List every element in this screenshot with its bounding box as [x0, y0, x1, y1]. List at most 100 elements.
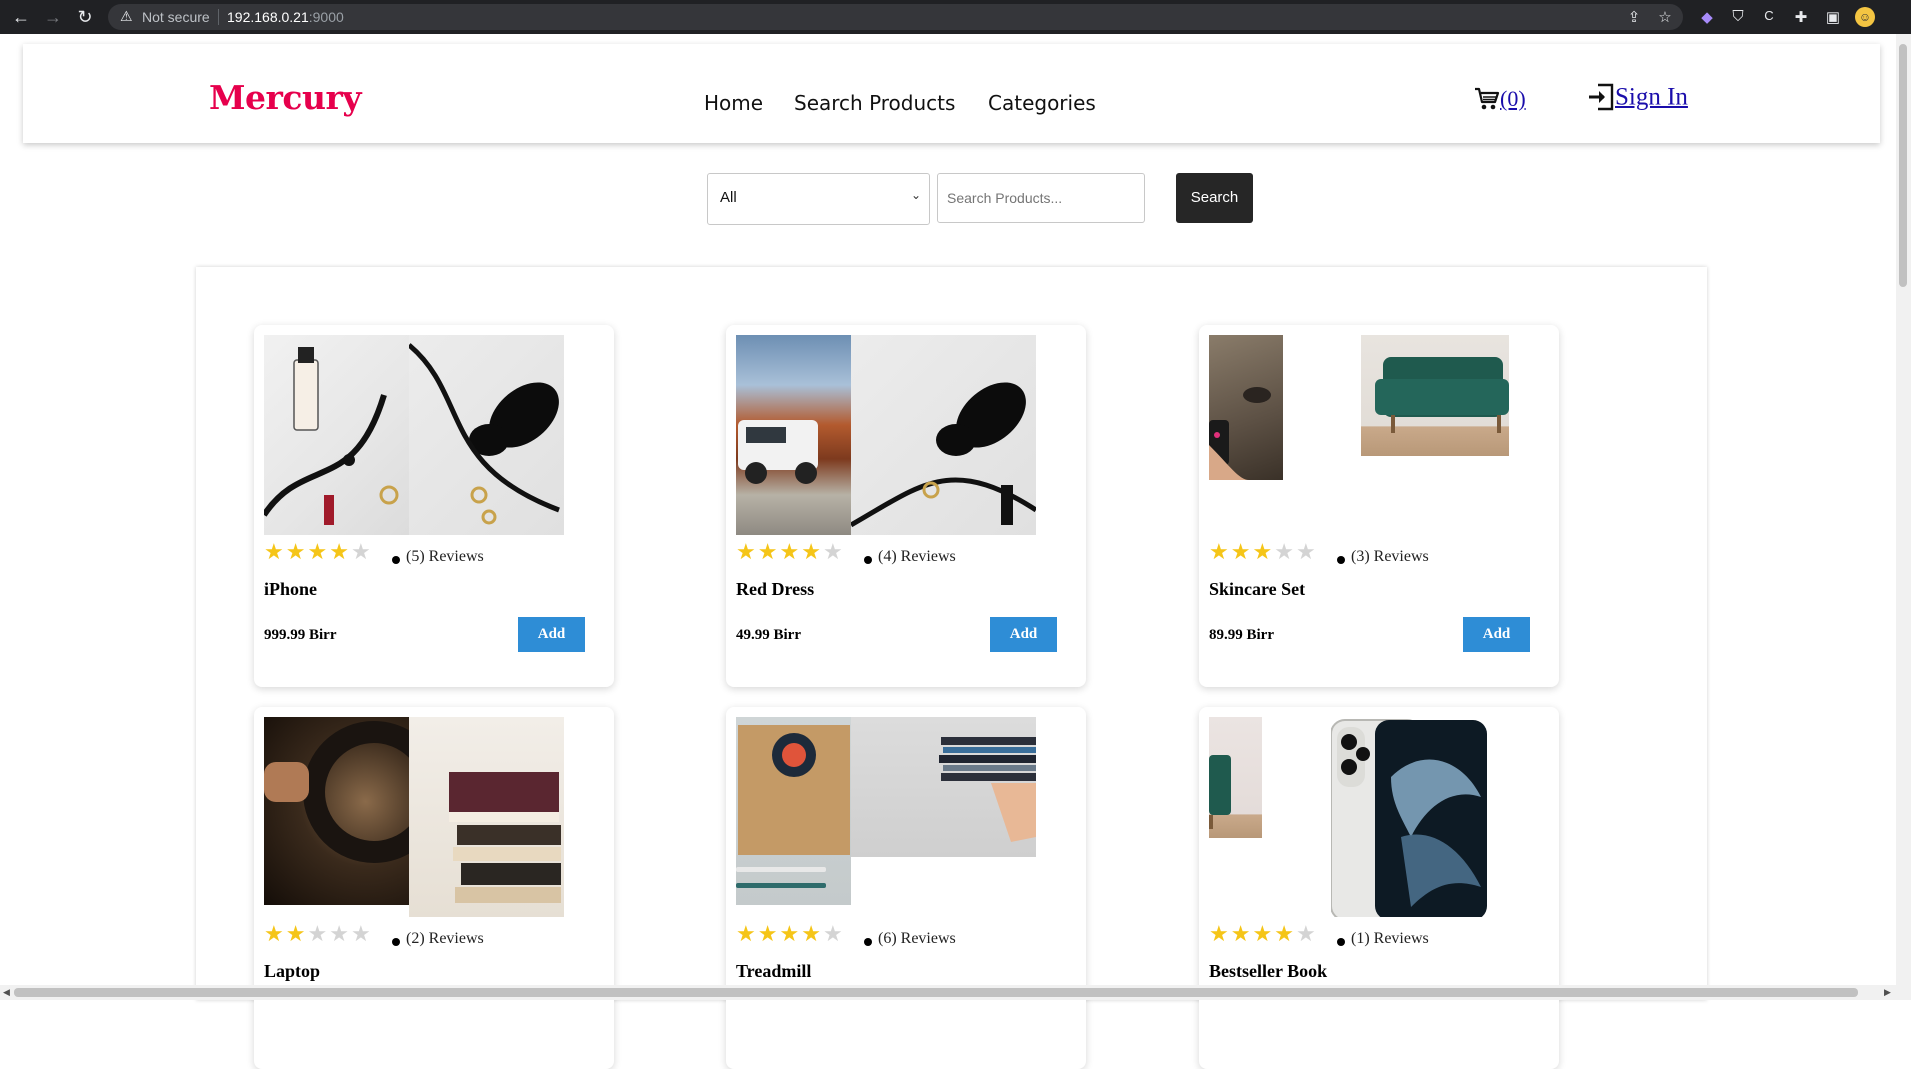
- review-count[interactable]: (2) Reviews: [406, 930, 484, 948]
- product-image[interactable]: [1209, 335, 1509, 535]
- url-text: 192.168.0.21:9000: [227, 9, 344, 25]
- star-filled-icon: ★: [307, 539, 330, 564]
- vertical-scroll-thumb[interactable]: [1899, 44, 1907, 287]
- product-card[interactable]: ★★★★★ (1) Reviews Bestseller Book: [1199, 707, 1559, 1069]
- forward-arrow-icon[interactable]: →: [43, 7, 63, 27]
- cart-count[interactable]: (0): [1500, 86, 1526, 111]
- login-icon: [1589, 84, 1614, 111]
- review-count[interactable]: (6) Reviews: [878, 930, 956, 948]
- product-price: 89.99 Birr: [1209, 627, 1274, 643]
- star-filled-icon: ★: [1274, 921, 1296, 946]
- puzzle-extensions-icon[interactable]: ✚: [1791, 8, 1811, 26]
- product-name[interactable]: Skincare Set: [1209, 579, 1305, 600]
- star-filled-icon: ★: [736, 921, 758, 946]
- category-select[interactable]: All ⌄: [707, 173, 930, 225]
- separator-dot: [1337, 556, 1345, 564]
- extension-purple-icon[interactable]: ◆: [1697, 8, 1717, 26]
- book-stack-photo: [409, 717, 564, 917]
- product-card[interactable]: ★★★★★ (2) Reviews Laptop: [254, 707, 614, 1069]
- star-filled-icon: ★: [264, 921, 286, 946]
- extension-c-icon[interactable]: C: [1759, 8, 1779, 23]
- star-empty-icon: ★: [822, 921, 845, 946]
- star-empty-icon: ★: [1274, 539, 1296, 564]
- security-label: Not secure: [142, 9, 210, 25]
- site-logo[interactable]: Mercury: [209, 78, 362, 117]
- signin-link[interactable]: Sign In: [1587, 82, 1688, 112]
- star-filled-icon: ★: [1230, 539, 1253, 564]
- magazines-photo: [851, 717, 1036, 857]
- bookmark-star-icon[interactable]: ☆: [1655, 8, 1675, 26]
- product-card[interactable]: ★★★★★ (4) Reviews Red Dress 49.99 Birr A…: [726, 325, 1086, 687]
- review-count[interactable]: (4) Reviews: [878, 548, 956, 566]
- product-price: 49.99 Birr: [736, 627, 801, 643]
- product-name[interactable]: Bestseller Book: [1209, 961, 1327, 982]
- product-price: 999.99 Birr: [264, 627, 337, 643]
- star-empty-icon: ★: [350, 539, 373, 564]
- star-empty-icon: ★: [307, 921, 330, 946]
- signin-label[interactable]: Sign In: [1615, 83, 1688, 110]
- warning-icon[interactable]: ⚠: [120, 8, 133, 25]
- share-icon[interactable]: ⇪: [1624, 8, 1644, 26]
- star-filled-icon: ★: [736, 539, 758, 564]
- product-card[interactable]: ★★★★★ (6) Reviews Treadmill: [726, 707, 1086, 1069]
- search-button[interactable]: Search: [1176, 173, 1253, 223]
- nav-home[interactable]: Home: [704, 91, 763, 115]
- shield-extension-icon[interactable]: ⛉: [1728, 8, 1748, 25]
- star-filled-icon: ★: [1209, 921, 1231, 946]
- rating-stars: ★★★★★: [1209, 921, 1318, 947]
- cart-link[interactable]: (0): [1474, 84, 1526, 112]
- product-card[interactable]: ★★★★★ (5) Reviews iPhone 999.99 Birr Add: [254, 325, 614, 687]
- star-filled-icon: ★: [779, 539, 802, 564]
- cosmetics-photo: [264, 335, 409, 535]
- separator-dot: [1337, 938, 1345, 946]
- star-empty-icon: ★: [329, 921, 351, 946]
- product-card[interactable]: ★★★★★ (3) Reviews Skincare Set 89.99 Bir…: [1199, 325, 1559, 687]
- reload-icon[interactable]: ↻: [75, 7, 95, 27]
- star-filled-icon: ★: [757, 539, 780, 564]
- star-filled-icon: ★: [1209, 539, 1231, 564]
- product-image[interactable]: [1209, 717, 1509, 917]
- rating-stars: ★★★★★: [1209, 539, 1318, 565]
- scroll-right-icon[interactable]: ▶: [1884, 987, 1891, 998]
- nav-categories[interactable]: Categories: [988, 91, 1096, 115]
- add-to-cart-button[interactable]: Add: [1463, 617, 1530, 652]
- rating-stars: ★★★★★: [264, 539, 373, 565]
- star-empty-icon: ★: [1295, 539, 1318, 564]
- star-filled-icon: ★: [1252, 921, 1275, 946]
- star-filled-icon: ★: [1230, 921, 1253, 946]
- review-count[interactable]: (3) Reviews: [1351, 548, 1429, 566]
- search-input[interactable]: [937, 173, 1145, 223]
- iphone-photo: [1330, 717, 1487, 917]
- review-count[interactable]: (1) Reviews: [1351, 930, 1429, 948]
- product-name[interactable]: Treadmill: [736, 961, 811, 982]
- product-image[interactable]: [736, 717, 1036, 917]
- product-name[interactable]: Laptop: [264, 961, 320, 982]
- separator-dot: [392, 556, 400, 564]
- star-filled-icon: ★: [264, 539, 286, 564]
- review-count[interactable]: (5) Reviews: [406, 548, 484, 566]
- product-name[interactable]: Red Dress: [736, 579, 814, 600]
- product-image[interactable]: [736, 335, 1036, 535]
- back-arrow-icon[interactable]: ←: [11, 7, 31, 27]
- sofa-corner-photo: [1209, 717, 1262, 838]
- star-filled-icon: ★: [757, 921, 780, 946]
- product-name[interactable]: iPhone: [264, 579, 317, 600]
- separator-dot: [864, 556, 872, 564]
- add-to-cart-button[interactable]: Add: [518, 617, 585, 652]
- separator-dot: [864, 938, 872, 946]
- scroll-left-icon[interactable]: ◀: [3, 987, 10, 998]
- horizontal-scroll-thumb[interactable]: [14, 988, 1858, 997]
- nav-search-products[interactable]: Search Products: [794, 91, 955, 115]
- profile-avatar-icon[interactable]: ☺: [1855, 7, 1875, 27]
- sunglasses-photo: [407, 335, 564, 535]
- side-panel-icon[interactable]: ▣: [1823, 8, 1843, 26]
- product-image[interactable]: [264, 335, 564, 535]
- product-image[interactable]: [264, 717, 564, 917]
- add-to-cart-button[interactable]: Add: [990, 617, 1057, 652]
- star-filled-icon: ★: [1252, 539, 1275, 564]
- category-select-value: All: [720, 189, 737, 206]
- chevron-down-icon: ⌄: [910, 188, 921, 202]
- address-separator: [218, 9, 219, 25]
- star-filled-icon: ★: [779, 921, 802, 946]
- address-bar[interactable]: [108, 4, 1683, 30]
